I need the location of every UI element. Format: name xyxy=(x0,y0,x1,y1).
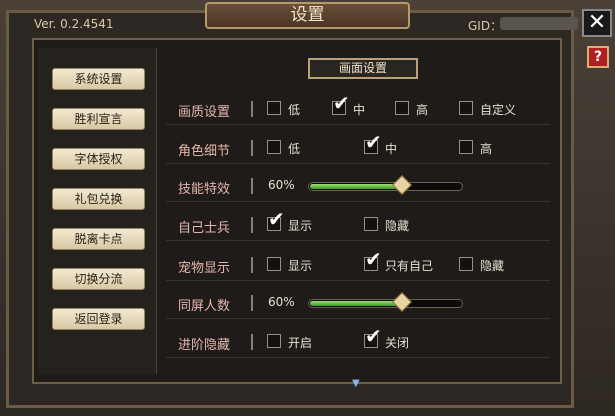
advance-hide-row: 进阶隐藏 开启 ✔ 关闭 xyxy=(166,326,550,358)
version-label: Ver. 0.2.4541 xyxy=(34,17,114,31)
divider xyxy=(251,257,253,273)
soldiers-row: 自己士兵 ✔ 显示 隐藏 xyxy=(166,209,550,241)
check-icon: ✔ xyxy=(333,91,350,115)
help-icon: ? xyxy=(593,49,603,65)
sidebar-item-return-login[interactable]: 返回登录 xyxy=(52,308,145,330)
same-screen-row: 同屏人数 60% xyxy=(166,288,550,319)
option-label: 高 xyxy=(480,142,493,156)
checkbox[interactable] xyxy=(267,257,281,271)
checkbox[interactable]: ✔ xyxy=(364,326,382,348)
section-title: 画面设置 xyxy=(308,58,418,79)
checkbox[interactable] xyxy=(459,257,473,271)
advance-hide-label: 进阶隐藏 xyxy=(178,338,231,353)
soldiers-label: 自己士兵 xyxy=(178,221,231,236)
option-label: 只有自己 xyxy=(385,259,434,273)
checkbox[interactable] xyxy=(267,334,281,348)
checkbox[interactable]: ✔ xyxy=(332,93,350,115)
check-icon: ✔ xyxy=(365,130,382,154)
checkbox[interactable] xyxy=(267,101,281,115)
effects-value: 60% xyxy=(268,178,295,192)
divider xyxy=(251,334,253,350)
pets-label: 宠物显示 xyxy=(178,261,231,276)
help-button[interactable]: ? xyxy=(587,46,609,68)
divider xyxy=(251,178,253,194)
same-screen-label: 同屏人数 xyxy=(178,299,231,314)
gid-label: GID： xyxy=(468,19,503,33)
slider-handle[interactable] xyxy=(391,292,412,312)
divider xyxy=(251,140,253,156)
scroll-down-icon[interactable]: ▼ xyxy=(352,378,360,389)
option-label: 中 xyxy=(353,103,366,117)
option-label: 低 xyxy=(288,142,301,156)
pets-row: 宠物显示 显示 ✔ 只有自己 隐藏 xyxy=(166,249,550,281)
option-label: 显示 xyxy=(288,219,313,233)
window-title: 设置 xyxy=(205,2,410,29)
check-icon: ✔ xyxy=(365,324,382,348)
sidebar-item-victory-declaration[interactable]: 胜利宣言 xyxy=(52,108,145,130)
sidebar-item-switch-server[interactable]: 切换分流 xyxy=(52,268,145,290)
option-label: 关闭 xyxy=(385,336,410,350)
option-label: 中 xyxy=(385,142,398,156)
effects-row: 技能特效 60% xyxy=(166,171,550,202)
detail-label: 角色细节 xyxy=(178,144,231,159)
slider-handle[interactable] xyxy=(391,175,412,195)
checkbox[interactable] xyxy=(459,101,473,115)
divider xyxy=(251,295,253,311)
sidebar-item-gift-redeem[interactable]: 礼包兑换 xyxy=(52,188,145,210)
detail-row: 角色细节 低 ✔ 中 高 xyxy=(166,132,550,164)
divider xyxy=(251,217,253,233)
quality-label: 画质设置 xyxy=(178,105,231,120)
sidebar-item-font-license[interactable]: 字体授权 xyxy=(52,148,145,170)
sidebar-item-system-settings[interactable]: 系统设置 xyxy=(52,68,145,90)
checkbox[interactable]: ✔ xyxy=(364,249,382,271)
slider-fill xyxy=(310,184,402,189)
divider xyxy=(251,101,253,117)
checkbox[interactable]: ✔ xyxy=(267,209,285,231)
option-label: 开启 xyxy=(288,336,313,350)
slider-fill xyxy=(310,301,402,306)
checkbox[interactable] xyxy=(364,217,378,231)
option-label: 显示 xyxy=(288,259,313,273)
option-label: 高 xyxy=(416,103,429,117)
check-icon: ✔ xyxy=(365,247,382,271)
check-icon: ✔ xyxy=(268,207,285,231)
close-button[interactable]: ✕ xyxy=(582,9,612,37)
option-label: 隐藏 xyxy=(385,219,410,233)
gid-value xyxy=(500,17,578,30)
sidebar-item-unstuck[interactable]: 脱离卡点 xyxy=(52,228,145,250)
option-label: 隐藏 xyxy=(480,259,505,273)
checkbox[interactable]: ✔ xyxy=(364,132,382,154)
quality-row: 画质设置 低 ✔ 中 高 自定义 xyxy=(166,93,550,125)
checkbox[interactable] xyxy=(395,101,409,115)
effects-slider[interactable] xyxy=(308,175,463,195)
close-icon: ✕ xyxy=(587,10,607,35)
same-screen-slider[interactable] xyxy=(308,292,463,312)
settings-window: 设置 Ver. 0.2.4541 GID： ✕ ? 系统设置 胜利宣言 字体授权… xyxy=(0,0,615,416)
effects-label: 技能特效 xyxy=(178,182,231,197)
same-screen-value: 60% xyxy=(268,295,295,309)
option-label: 低 xyxy=(288,103,301,117)
checkbox[interactable] xyxy=(267,140,281,154)
option-label: 自定义 xyxy=(480,103,517,117)
checkbox[interactable] xyxy=(459,140,473,154)
